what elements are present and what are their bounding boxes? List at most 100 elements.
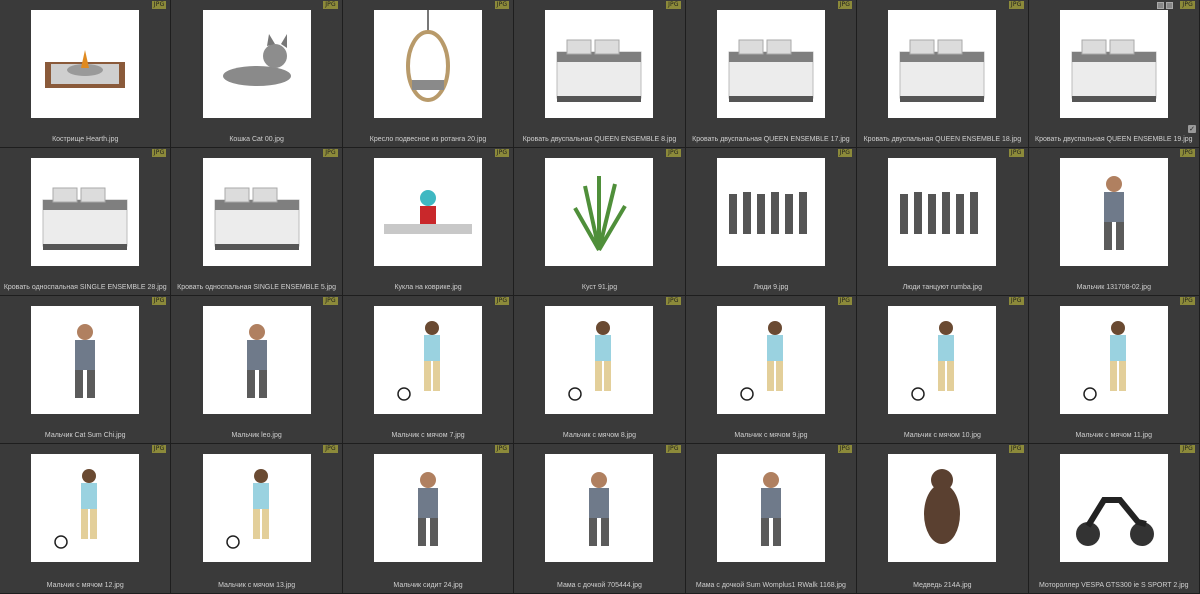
bed-image[interactable] [545,10,654,118]
file-type-badge: JPG [1008,149,1024,157]
thumbnail-cell[interactable]: JPG Люди 9.jpg [685,148,858,296]
file-type-badge: JPG [1180,297,1195,305]
person-ball-image[interactable] [716,306,825,414]
cat-image[interactable] [202,10,311,118]
file-type-badge: JPG [1008,1,1024,9]
file-name-label: Мальчик с мячом 10.jpg [903,432,981,439]
thumbnail-grid: JPG Кострище Hearth.jpg JPG Кошка Cat 00.jp… [0,0,1200,594]
file-name-label: Мама с дочкой 705444.jpg [557,582,642,589]
file-type-badge: JPG [323,445,338,453]
people-image[interactable] [716,158,825,266]
person-image[interactable] [1059,158,1168,266]
file-name-label: Кошка Cat 00.jpg [229,136,284,143]
file-type-badge: JPG [494,297,510,305]
file-type-badge: JPG [1180,1,1195,9]
thumbnail-cell[interactable]: JPG Мальчик leo.jpg [171,296,343,444]
file-type-badge: JPG [323,1,338,9]
file-type-badge: JPG [1008,445,1024,453]
thumbnail-cell[interactable]: JPG Мальчик Cat Sum Chi.jpg [0,296,172,444]
thumbnail-cell[interactable]: JPG Кошка Cat 00.jpg [171,0,343,148]
file-name-label: Мотороллер VESPA GTS300 ie S SPORT 2.jpg [1038,582,1189,589]
file-name-label: Медведь 214A.jpg [913,582,972,589]
file-name-label: Кресло подвесное из ротанга 20.jpg [369,136,487,143]
bush-image[interactable] [545,158,654,266]
file-name-label: Люди 9.jpg [753,284,789,291]
bed-image[interactable] [202,158,311,266]
thumbnail-cell[interactable]: JPG Кровать двуспальная QUEEN ENSEMBLE 8.… [514,0,686,148]
thumbnail-cell[interactable]: JPG Мальчик с мячом 7.jpg [342,296,515,444]
file-name-label: Мальчик с мячом 11.jpg [1075,432,1153,439]
people-image[interactable] [888,158,997,266]
person-ball-image[interactable] [888,306,997,414]
select-checkbox[interactable]: ✓ [1188,125,1196,133]
file-name-label: Мальчик leo.jpg [231,432,282,439]
thumbnail-cell[interactable]: JPG Мальчик с мячом 10.jpg [857,296,1029,444]
thumbnail-cell[interactable]: JPG Кровать двуспальная QUEEN ENSEMBLE 18… [857,0,1029,148]
person-image[interactable] [202,306,311,414]
file-type-badge: JPG [494,445,510,453]
thumbnail-cell[interactable]: JPG Мама с дочкой 705444.jpg [514,444,686,594]
file-name-label: Мальчик с мячом 7.jpg [391,432,465,439]
file-type-badge: JPG [837,1,853,9]
file-name-label: Мальчик с мячом 12.jpg [46,582,124,589]
person-ball-image[interactable] [31,454,140,562]
thumbnail-cell[interactable]: JPG Люди танцуют rumba.jpg [857,148,1029,296]
thumbnail-cell[interactable]: JPG Мальчик с мячом 13.jpg [171,444,343,594]
thumbnail-cell[interactable]: JPG Мальчик с мячом 11.jpg [1028,296,1200,444]
thumbnail-cell[interactable]: JPG Кострище Hearth.jpg [0,0,172,148]
thumbnail-cell[interactable]: JPG Мотороллер VESPA GTS300 ie S SPORT 2.… [1028,444,1200,594]
bed-image[interactable] [716,10,825,118]
thumbnail-cell[interactable]: JPG Мальчик с мячом 12.jpg [0,444,172,594]
thumbnail-cell[interactable]: JPG Мальчик 131708-02.jpg [1028,148,1200,296]
thumbnail-cell[interactable]: JPG Кровать односпальная SINGLE ENSEMBLE … [0,148,172,296]
person-ball-image[interactable] [545,306,654,414]
person-image[interactable] [31,306,140,414]
person-image[interactable] [374,454,483,562]
firepit-image[interactable] [31,10,140,118]
file-type-badge: JPG [1180,445,1195,453]
file-name-label: Мама с дочкой Sum Womplus1 RWalk 1168.jp… [695,582,846,589]
file-type-badge: JPG [323,297,338,305]
thumbnail-cell[interactable]: JPG Мальчик сидит 24.jpg [342,444,515,594]
cell-tools[interactable] [1157,2,1173,9]
file-type-badge: JPG [837,445,853,453]
thumbnail-cell[interactable]: JPG Медведь 214A.jpg [857,444,1029,594]
thumbnail-cell[interactable]: JPG Мальчик с мячом 9.jpg [685,296,858,444]
file-type-badge: JPG [494,1,510,9]
file-name-label: Кровать односпальная SINGLE ENSEMBLE 28.… [3,284,167,291]
person-ball-image[interactable] [202,454,311,562]
person-ball-image[interactable] [1059,306,1168,414]
thumbnail-cell[interactable]: JPG Кровать двуспальная QUEEN ENSEMBLE 19… [1028,0,1200,148]
file-name-label: Куст 91.jpg [581,284,618,291]
hanging-chair-image[interactable] [374,10,483,118]
scooter-image[interactable] [1059,454,1168,562]
file-name-label: Кровать двуспальная QUEEN ENSEMBLE 18.jp… [863,136,1022,143]
person-ball-image[interactable] [374,306,483,414]
doll-image[interactable] [374,158,483,266]
file-name-label: Кровать двуспальная QUEEN ENSEMBLE 17.jp… [692,136,850,143]
bed-image[interactable] [888,10,997,118]
file-name-label: Мальчик Cat Sum Chi.jpg [44,432,126,439]
thumbnail-cell[interactable]: JPG Кресло подвесное из ротанга 20.jpg [342,0,515,148]
rotate-icon[interactable] [1157,2,1164,9]
file-type-badge: JPG [666,297,681,305]
file-type-badge: JPG [151,297,167,305]
person-image[interactable] [545,454,654,562]
thumbnail-cell[interactable]: JPG Куст 91.jpg [514,148,686,296]
file-type-badge: JPG [494,149,510,157]
bear-image[interactable] [888,454,997,562]
file-name-label: Мальчик сидит 24.jpg [393,582,463,589]
file-type-badge: JPG [837,297,853,305]
file-name-label: Кострище Hearth.jpg [52,136,119,143]
bed-image[interactable] [31,158,140,266]
thumbnail-cell[interactable]: JPG Мама с дочкой Sum Womplus1 RWalk 1168… [685,444,858,594]
thumbnail-cell[interactable]: JPG Мальчик с мячом 8.jpg [514,296,686,444]
bed-image[interactable] [1059,10,1168,118]
edit-icon[interactable] [1166,2,1173,9]
file-name-label: Люди танцуют rumba.jpg [902,284,983,291]
thumbnail-cell[interactable]: JPG Кукла на коврике.jpg [342,148,515,296]
person-image[interactable] [716,454,825,562]
thumbnail-cell[interactable]: JPG Кровать односпальная SINGLE ENSEMBLE … [171,148,343,296]
thumbnail-cell[interactable]: JPG Кровать двуспальная QUEEN ENSEMBLE 17… [685,0,858,148]
file-type-badge: JPG [666,1,681,9]
